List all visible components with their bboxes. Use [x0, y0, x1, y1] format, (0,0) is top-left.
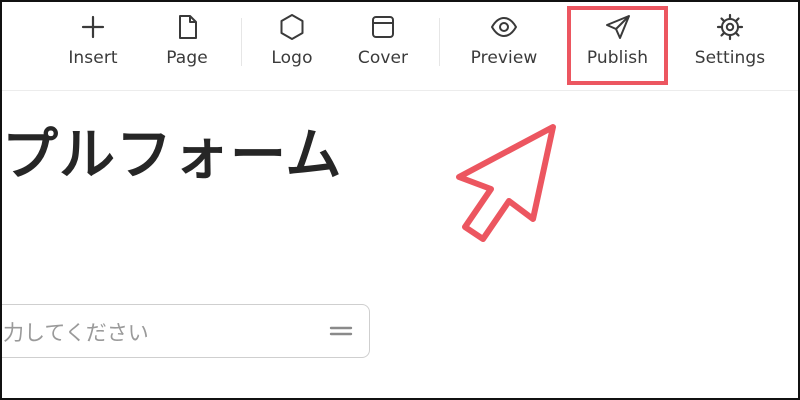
insert-button[interactable]: Insert	[48, 2, 138, 82]
logo-label: Logo	[271, 48, 313, 68]
hexagon-icon	[280, 14, 304, 40]
toolbar: Insert Page Logo Cover Preview Publish S…	[2, 2, 798, 92]
page-icon	[179, 15, 197, 39]
drag-handle-icon[interactable]	[329, 322, 353, 340]
screenshot-frame: Insert Page Logo Cover Preview Publish S…	[0, 0, 800, 400]
settings-button[interactable]: Settings	[680, 2, 780, 82]
page-title: プルフォーム	[2, 123, 343, 188]
cover-button[interactable]: Cover	[338, 2, 428, 82]
cursor-arrow-icon	[456, 124, 556, 242]
logo-button[interactable]: Logo	[247, 2, 337, 82]
toolbar-bottom-border	[2, 90, 798, 91]
page-button[interactable]: Page	[142, 2, 232, 82]
settings-label: Settings	[694, 48, 766, 68]
publish-highlight-box	[567, 6, 668, 85]
field-placeholder: 力してください	[3, 321, 149, 345]
insert-label: Insert	[68, 48, 118, 68]
plus-icon	[81, 15, 105, 39]
text-input-field[interactable]: 力してください	[2, 304, 370, 358]
eye-icon	[491, 17, 517, 37]
page-label: Page	[166, 48, 208, 68]
gear-icon	[716, 13, 744, 41]
cover-icon	[372, 16, 394, 38]
toolbar-divider	[241, 18, 242, 66]
cover-label: Cover	[357, 48, 409, 68]
preview-button[interactable]: Preview	[459, 2, 549, 82]
preview-label: Preview	[470, 48, 538, 68]
toolbar-divider	[439, 18, 440, 66]
